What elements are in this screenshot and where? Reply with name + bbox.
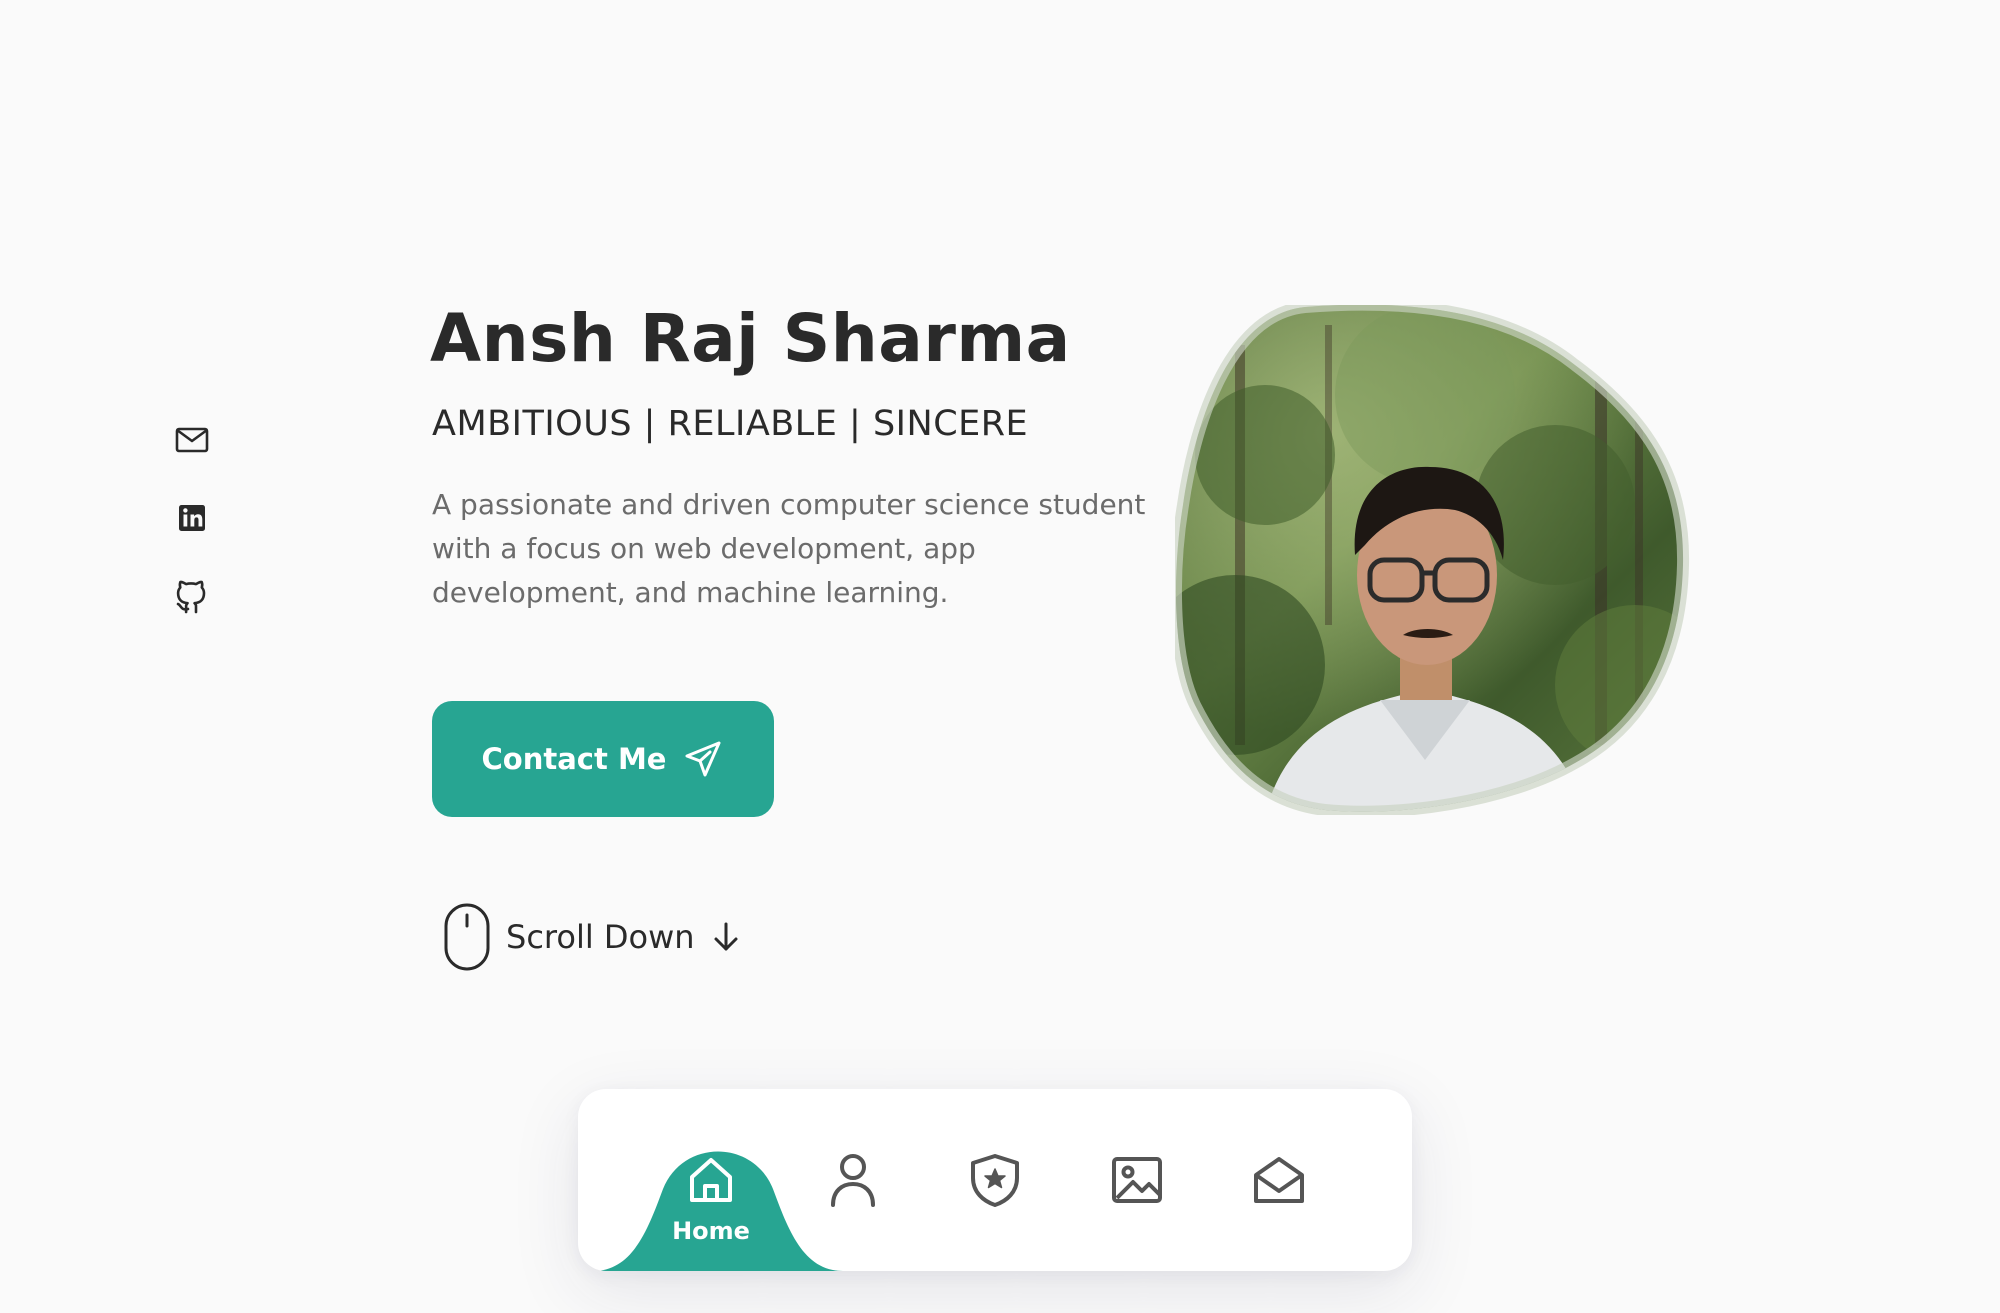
arrow-down-icon: [709, 920, 743, 954]
social-link-github[interactable]: [172, 576, 212, 616]
profile-blob: [1175, 305, 1690, 815]
scroll-down-link[interactable]: Scroll Down: [442, 902, 743, 972]
social-link-linkedin[interactable]: [172, 498, 212, 538]
image-icon: [1108, 1151, 1166, 1209]
linkedin-icon: [172, 498, 212, 538]
mail-icon: [172, 420, 212, 460]
mouse-icon: [442, 902, 492, 972]
nav-item-portfolio[interactable]: [1092, 1151, 1182, 1261]
send-icon: [682, 738, 724, 780]
scroll-down-label: Scroll Down: [506, 918, 695, 956]
contact-me-button[interactable]: Contact Me: [432, 701, 774, 817]
home-icon: [682, 1151, 740, 1209]
nav-item-home[interactable]: Home: [666, 1151, 756, 1261]
profile-photo: [1175, 305, 1690, 815]
page: Ansh Raj Sharma AMBITIOUS | RELIABLE | S…: [0, 0, 2000, 1313]
nav-label-home: Home: [672, 1217, 750, 1245]
hero-tagline: AMBITIOUS | RELIABLE | SINCERE: [432, 404, 1029, 444]
nav-item-about[interactable]: [808, 1151, 898, 1261]
nav-item-contact[interactable]: [1234, 1151, 1324, 1261]
mail-open-icon: [1250, 1151, 1308, 1209]
hero-description: A passionate and driven computer science…: [432, 488, 1146, 609]
nav-item-skills[interactable]: [950, 1151, 1040, 1261]
contact-button-label: Contact Me: [481, 742, 667, 776]
bottom-nav: Home: [578, 1089, 1412, 1271]
social-link-email[interactable]: [172, 420, 212, 460]
shield-star-icon: [966, 1151, 1024, 1209]
hero-name: Ansh Raj Sharma: [430, 300, 1071, 377]
user-icon: [824, 1151, 882, 1209]
github-icon: [172, 576, 212, 616]
social-links: [172, 420, 212, 654]
